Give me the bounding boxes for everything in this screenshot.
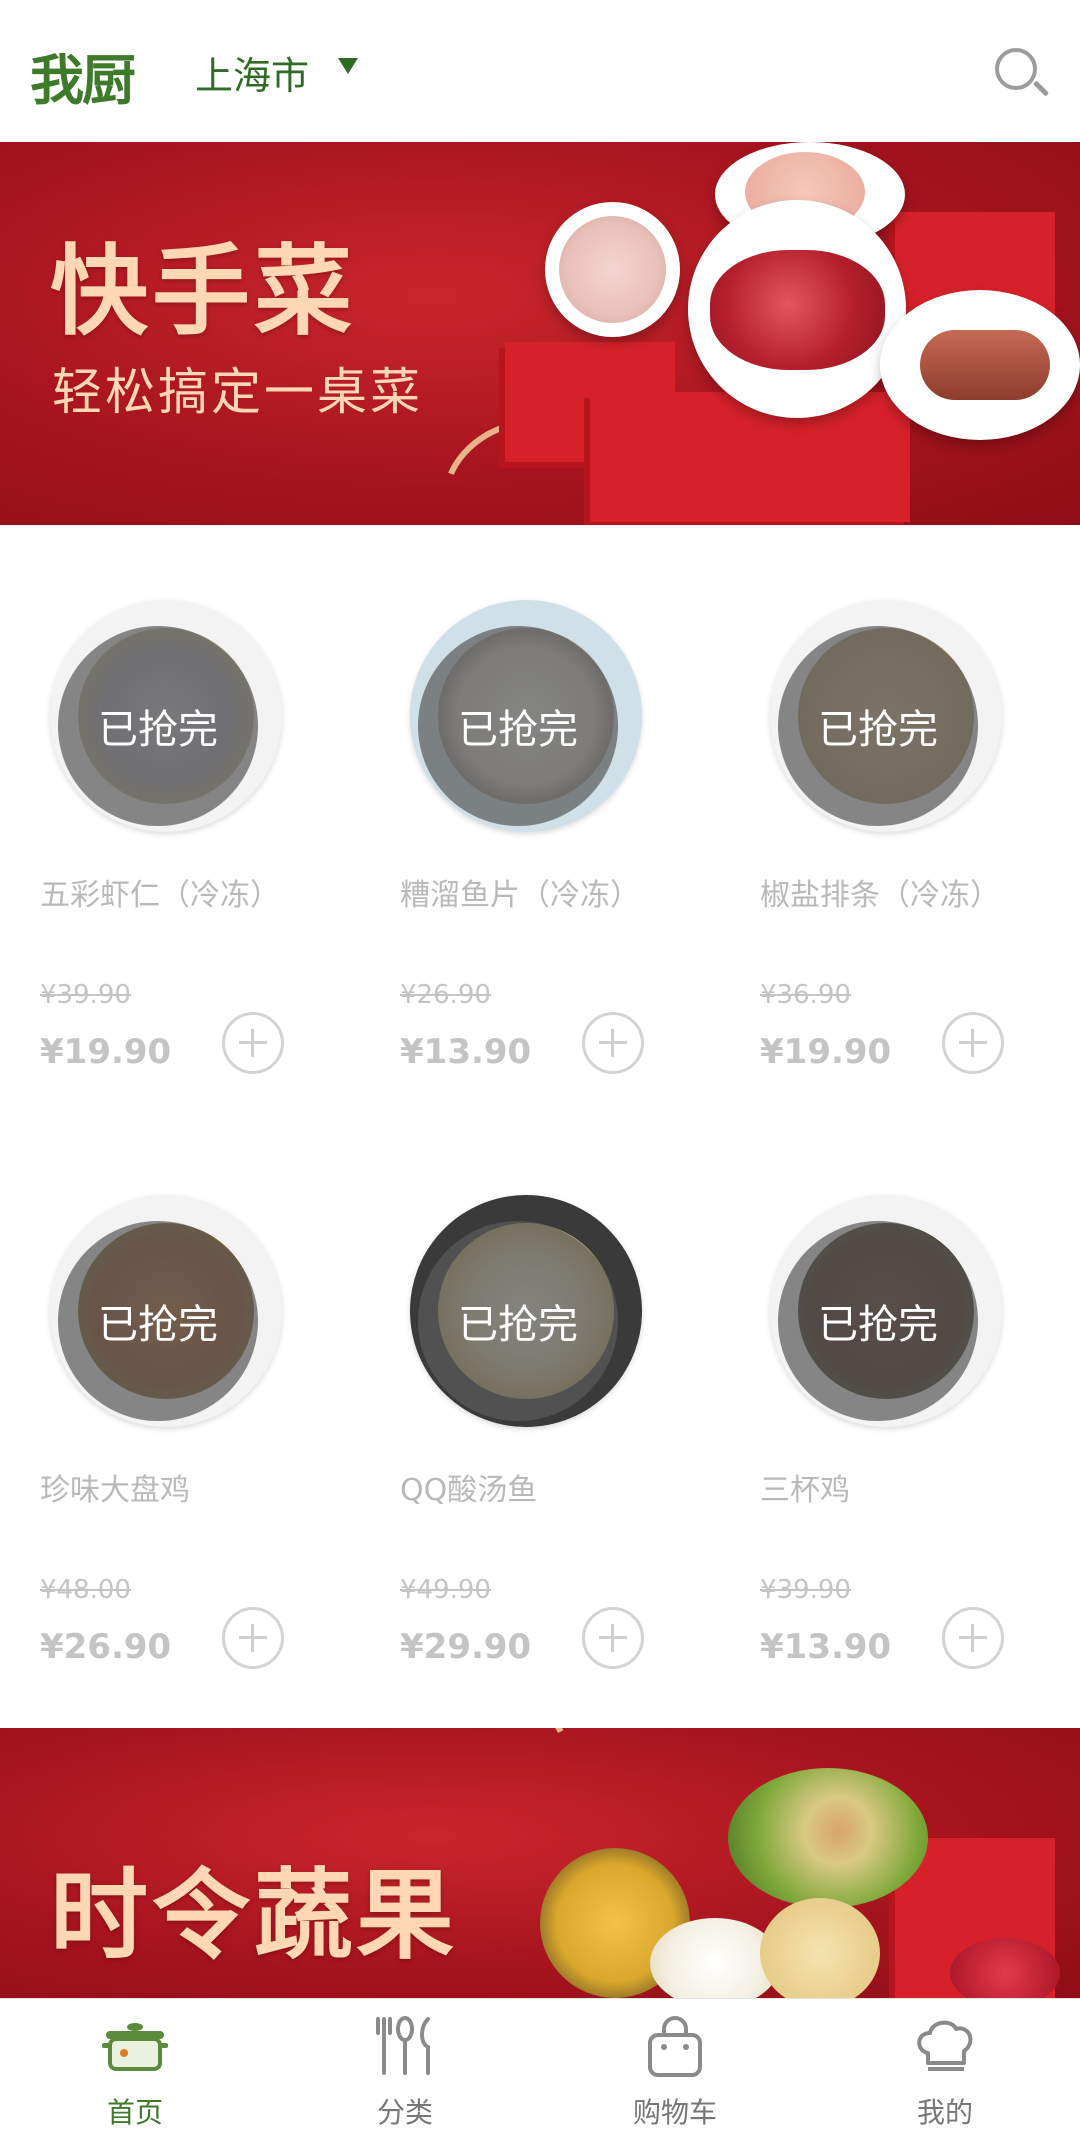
sold-out-badge: 已抢完 — [778, 1221, 978, 1421]
sold-out-badge: 已抢完 — [778, 626, 978, 826]
bottom-tab-bar: 首页 分类 购物车 我的 — [0, 1998, 1080, 2135]
food-plate-image — [545, 202, 680, 337]
banner-title: 时令蔬果 — [50, 1858, 459, 1973]
add-to-cart-icon[interactable] — [942, 1607, 1004, 1669]
steak-plate-image — [688, 200, 906, 418]
tab-mine[interactable]: 我的 — [810, 1999, 1080, 2135]
original-price: ¥48.00 — [40, 1575, 131, 1605]
tab-label: 分类 — [376, 2096, 433, 2129]
original-price: ¥36.90 — [760, 980, 851, 1010]
product-card[interactable]: 已抢完 三杯鸡 ¥39.90 ¥13.90 — [760, 1195, 1080, 1715]
sale-price: ¥19.90 — [40, 1032, 172, 1072]
add-to-cart-icon[interactable] — [582, 1607, 644, 1669]
sold-out-badge: 已抢完 — [58, 626, 258, 826]
product-card[interactable]: 已抢完 QQ酸汤鱼 ¥49.90 ¥29.90 — [400, 1195, 740, 1715]
shopping-bag-icon — [648, 2016, 702, 2077]
tab-label: 我的 — [916, 2096, 973, 2129]
product-card[interactable]: 已抢完 珍味大盘鸡 ¥48.00 ¥26.90 — [40, 1195, 380, 1715]
product-name: QQ酸汤鱼 — [400, 1473, 538, 1508]
product-card[interactable]: 已抢完 糟溜鱼片（冷冻） ¥26.90 ¥13.90 — [400, 600, 740, 1120]
add-to-cart-icon[interactable] — [222, 1607, 284, 1669]
promo-banner-quick-dishes[interactable]: 快手菜 轻松搞定一桌菜 — [0, 142, 1080, 525]
sale-price: ¥13.90 — [760, 1627, 892, 1667]
sale-price: ¥29.90 — [400, 1627, 532, 1667]
promo-banner-seasonal-produce[interactable]: 时令蔬果 — [0, 1728, 1080, 1998]
original-price: ¥39.90 — [760, 1575, 851, 1605]
sold-out-badge: 已抢完 — [418, 626, 618, 826]
chevron-down-icon[interactable] — [338, 58, 358, 74]
utensils-icon — [376, 2016, 430, 2075]
avocado-image — [728, 1768, 928, 1908]
add-to-cart-icon[interactable] — [942, 1012, 1004, 1074]
search-icon[interactable] — [995, 48, 1037, 90]
product-card[interactable]: 已抢完 椒盐排条（冷冻） ¥36.90 ¥19.90 — [760, 600, 1080, 1120]
chef-hat-icon — [917, 2020, 973, 2071]
top-bar: 我厨 上海市 — [0, 0, 1080, 142]
sale-price: ¥19.90 — [760, 1032, 892, 1072]
sold-out-badge: 已抢完 — [58, 1221, 258, 1421]
original-price: ¥26.90 — [400, 980, 491, 1010]
product-name: 三杯鸡 — [760, 1473, 850, 1508]
product-name: 糟溜鱼片（冷冻） — [400, 878, 640, 913]
banner-title: 快手菜 — [50, 234, 357, 349]
sale-price: ¥26.90 — [40, 1627, 172, 1667]
sausage-plate-image — [880, 290, 1080, 440]
pear-image — [760, 1898, 880, 1998]
sale-price: ¥13.90 — [400, 1032, 532, 1072]
tab-home[interactable]: 首页 — [0, 1999, 270, 2135]
banner-subtitle: 轻松搞定一桌菜 — [52, 363, 423, 421]
ribbon-decoration — [402, 1728, 590, 1843]
add-to-cart-icon[interactable] — [582, 1012, 644, 1074]
add-to-cart-icon[interactable] — [222, 1012, 284, 1074]
product-card[interactable]: 已抢完 五彩虾仁（冷冻） ¥39.90 ¥19.90 — [40, 600, 380, 1120]
original-price: ¥39.90 — [40, 980, 131, 1010]
tab-label: 首页 — [106, 2096, 163, 2129]
gift-box-decoration — [590, 392, 910, 522]
tab-label: 购物车 — [632, 2096, 717, 2129]
product-name: 五彩虾仁（冷冻） — [40, 878, 280, 913]
product-name: 椒盐排条（冷冻） — [760, 878, 1000, 913]
city-selector[interactable]: 上海市 — [195, 45, 309, 100]
tab-cart[interactable]: 购物车 — [540, 1999, 810, 2135]
pot-icon — [102, 2023, 168, 2071]
original-price: ¥49.90 — [400, 1575, 491, 1605]
sold-out-badge: 已抢完 — [418, 1221, 618, 1421]
tab-category[interactable]: 分类 — [270, 1999, 540, 2135]
app-logo[interactable]: 我厨 — [30, 36, 136, 115]
product-name: 珍味大盘鸡 — [40, 1473, 190, 1508]
